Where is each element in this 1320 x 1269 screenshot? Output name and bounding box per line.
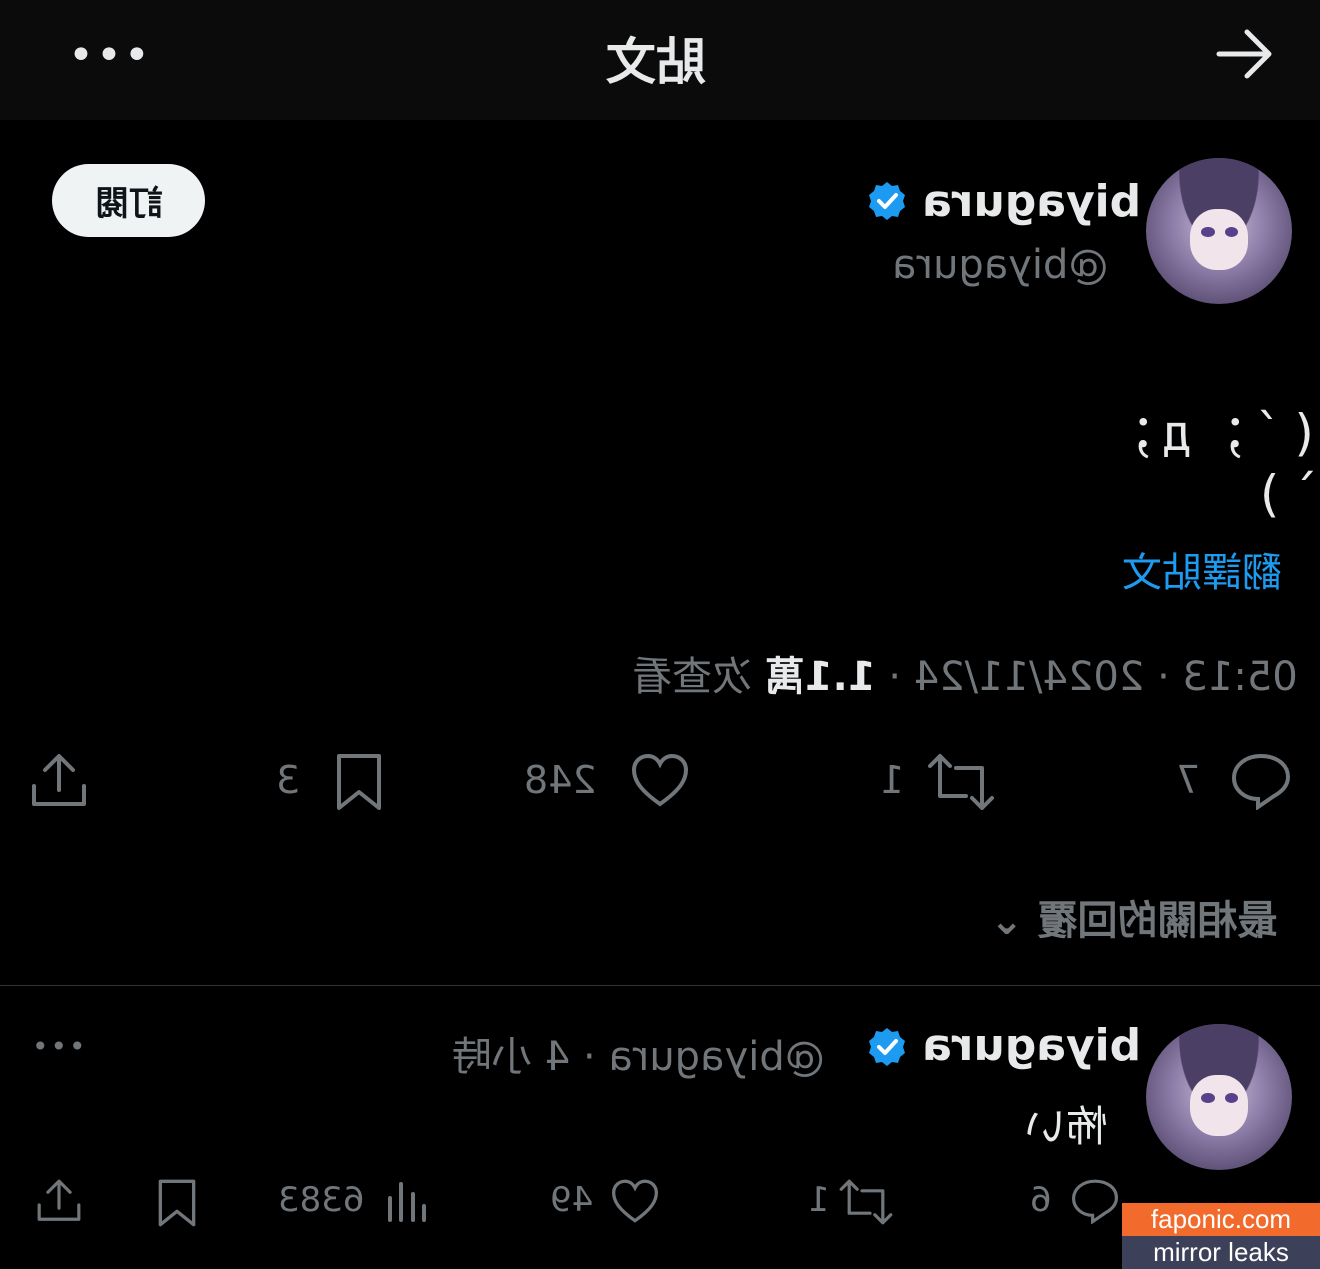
post-text-content: (´；д；`) bbox=[1099, 404, 1320, 523]
repost-count: 1 bbox=[880, 758, 904, 802]
reply-reply-count: 6 bbox=[1030, 1180, 1052, 1220]
reply-like-count: 49 bbox=[550, 1180, 593, 1220]
reply-views-count-text: 6383 bbox=[278, 1180, 365, 1220]
watermark-line2-text: mirror leaks bbox=[1153, 1237, 1289, 1267]
reply-like-icon[interactable] bbox=[610, 1178, 660, 1228]
subscribe-button[interactable]: 訂閱 bbox=[52, 164, 205, 237]
like-icon[interactable] bbox=[630, 752, 690, 812]
post-meta: 05:13 · 2024/11/24 · 1.1萬 次查看 bbox=[632, 644, 1298, 702]
reply-meta-text: @biyagura · 4 小時 bbox=[452, 1034, 825, 1080]
verified-badge-icon bbox=[866, 180, 908, 226]
more-options-icon[interactable]: ••• bbox=[68, 30, 152, 81]
reply-icon[interactable] bbox=[1230, 752, 1292, 814]
page-title: 貼文 bbox=[606, 22, 706, 94]
reply-time: 4 小時 bbox=[452, 1034, 571, 1080]
divider bbox=[0, 985, 1320, 986]
views-chart-icon[interactable] bbox=[384, 1178, 430, 1228]
reply-avatar[interactable] bbox=[1146, 1024, 1292, 1170]
like-count-text: 248 bbox=[524, 758, 597, 802]
reply-text: 怖い bbox=[1024, 1093, 1108, 1154]
translate-label: 翻譯貼文 bbox=[1122, 550, 1282, 596]
like-count: 248 bbox=[524, 758, 597, 802]
reply-repost-count-text: 1 bbox=[808, 1180, 830, 1220]
repost-icon[interactable] bbox=[926, 752, 996, 816]
reply-reply-icon[interactable] bbox=[1070, 1178, 1120, 1228]
reply-bookmark-icon[interactable] bbox=[156, 1178, 198, 1232]
repost-count-text: 1 bbox=[880, 758, 905, 802]
back-arrow-icon[interactable] bbox=[1215, 28, 1275, 84]
reply-share-icon[interactable] bbox=[36, 1178, 82, 1228]
reply-verified-badge-icon bbox=[866, 1026, 908, 1072]
sort-replies-dropdown[interactable]: 最相關的回覆 ⌄ bbox=[990, 888, 1277, 946]
post-meta-text: 05:13 · 2024/11/24 · 1.1萬 次查看 bbox=[632, 654, 1298, 700]
bookmark-count: 3 bbox=[276, 758, 300, 802]
reply-repost-icon[interactable] bbox=[838, 1178, 894, 1230]
reply-author-name[interactable]: biyagura bbox=[922, 1020, 1141, 1071]
post-time: 05:13 bbox=[1182, 654, 1298, 700]
post-text: (´；д；`) bbox=[1040, 393, 1320, 523]
reply-count: 7 bbox=[1176, 758, 1200, 802]
author-handle: @biyagura bbox=[892, 242, 1108, 288]
reply-repost-count: 1 bbox=[808, 1180, 830, 1220]
sort-label: 最相關的回覆 bbox=[1037, 898, 1278, 944]
post-views-label: 次查看 bbox=[632, 654, 752, 700]
reply-meta: @biyagura · 4 小時 bbox=[452, 1024, 825, 1082]
top-bar: ••• 貼文 bbox=[0, 0, 1320, 120]
reply-views-count: 6383 bbox=[278, 1180, 365, 1220]
author-handle-text: @biyagura bbox=[892, 242, 1109, 288]
reply-more-options-icon[interactable]: ••• bbox=[32, 1030, 88, 1063]
reply-count-text: 7 bbox=[1176, 758, 1201, 802]
subscribe-label: 訂閱 bbox=[94, 185, 163, 223]
sort-replies-content: 最相關的回覆 ⌄ bbox=[990, 888, 1277, 946]
avatar[interactable] bbox=[1146, 158, 1292, 304]
post-date: 2024/11/24 bbox=[913, 654, 1145, 700]
bookmark-icon[interactable] bbox=[334, 752, 384, 816]
reply-like-count-text: 49 bbox=[550, 1180, 594, 1220]
reply-handle: @biyagura bbox=[608, 1034, 825, 1080]
bookmark-count-text: 3 bbox=[276, 758, 301, 802]
reply-reply-count-text: 6 bbox=[1030, 1180, 1052, 1220]
watermark-line2: mirror leaks bbox=[1122, 1236, 1320, 1269]
author-name-text: biyagura bbox=[922, 176, 1142, 227]
translate-link[interactable]: 翻譯貼文 bbox=[1122, 540, 1282, 598]
reply-text-content: 怖い bbox=[1024, 1102, 1109, 1151]
reply-author-name-text: biyagura bbox=[922, 1020, 1142, 1071]
chevron-down-icon: ⌄ bbox=[990, 898, 1024, 944]
share-icon[interactable] bbox=[30, 752, 88, 814]
watermark-line1: faponic.com bbox=[1122, 1203, 1320, 1236]
watermark-line1-text: faponic.com bbox=[1150, 1204, 1292, 1234]
author-name[interactable]: biyagura bbox=[922, 176, 1141, 227]
page-title-text: 貼文 bbox=[606, 33, 706, 91]
post-views-count: 1.1萬 bbox=[764, 654, 876, 700]
